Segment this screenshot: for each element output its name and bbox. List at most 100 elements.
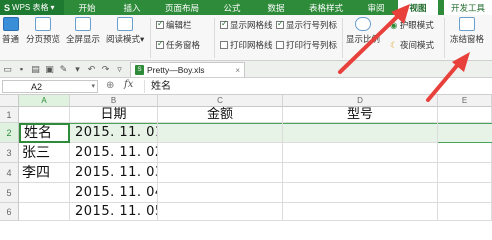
cell-a2[interactable]: 姓名 <box>21 125 70 142</box>
tab-view[interactable]: 视图 <box>398 0 438 15</box>
cell-e5[interactable] <box>438 183 492 203</box>
name-box[interactable]: A2 ▾ <box>2 80 98 93</box>
quick-access-bar: ▭ ▪ ▤ ▣ ✎ ▾ ↶ ↷ ▿ S Pretty—Boy.xls × <box>0 61 492 78</box>
cell-a1[interactable] <box>19 107 70 123</box>
cell-b3[interactable]: 2015. 11. 02 <box>70 143 158 163</box>
column-header-e[interactable]: E <box>438 95 492 107</box>
checkbox-icon <box>156 39 164 49</box>
cell-c5[interactable] <box>158 183 283 203</box>
cell-e1[interactable] <box>438 107 492 123</box>
reading-mode-button[interactable]: 阅读模式▾ <box>106 17 144 45</box>
select-all-corner[interactable] <box>0 95 19 107</box>
freeze-panes-button[interactable]: 冻结窗格 <box>450 17 484 45</box>
cell-a4[interactable]: 李四 <box>19 163 70 183</box>
tab-data[interactable]: 数据 <box>254 0 298 15</box>
edit-bar-checkbox[interactable]: 编辑栏 <box>156 19 192 31</box>
print-gridlines-checkbox[interactable]: 打印网格线 <box>220 39 273 51</box>
wps-logo-icon: S <box>4 2 11 13</box>
print-preview-icon[interactable]: ▣ <box>44 64 55 75</box>
cell-d6[interactable] <box>283 203 438 221</box>
cell-b4[interactable]: 2015. 11. 03 <box>70 163 158 183</box>
normal-view-label: 普通 <box>2 34 20 44</box>
sheet-grid: A B C D E 1 2 3 4 5 6 日期 金额 型号 姓名 2015. … <box>0 95 492 221</box>
eye-icon: ◉ <box>390 20 398 30</box>
tab-home[interactable]: 开始 <box>64 0 110 15</box>
brush-icon[interactable]: ▾ <box>72 64 83 75</box>
page-break-preview-icon <box>35 17 51 31</box>
tab-table-style[interactable]: 表格样式 <box>298 0 354 15</box>
spreadsheet-file-icon: S <box>135 65 144 75</box>
cell-c4[interactable] <box>158 163 283 183</box>
cell-b1[interactable]: 日期 <box>70 107 158 123</box>
cell-a6[interactable] <box>19 203 70 221</box>
tab-insert[interactable]: 插入 <box>110 0 154 15</box>
row-header-3[interactable]: 3 <box>0 143 19 163</box>
app-name: WPS 表格 <box>12 3 49 12</box>
file-tab[interactable]: S Pretty—Boy.xls × <box>130 62 245 77</box>
task-pane-checkbox[interactable]: 任务窗格 <box>156 39 200 51</box>
cell-d1[interactable]: 型号 <box>283 107 438 123</box>
undo-icon[interactable]: ↶ <box>86 64 97 75</box>
show-row-col-headers-checkbox[interactable]: 显示行号列标 <box>276 19 337 31</box>
reading-mode-icon <box>117 17 134 31</box>
ribbon-separator <box>214 18 215 58</box>
zoom-ratio-button[interactable]: 显示比例 <box>346 17 380 45</box>
tab-formulas[interactable]: 公式 <box>210 0 254 15</box>
cell-c1[interactable]: 金额 <box>158 107 283 123</box>
customize-icon[interactable]: ▿ <box>114 64 125 75</box>
cell-c6[interactable] <box>158 203 283 221</box>
cell-b6[interactable]: 2015. 11. 05 <box>70 203 158 221</box>
app-menu-button[interactable]: S WPS 表格 ▾ <box>0 0 64 15</box>
tab-developer[interactable]: 开发工具 <box>444 0 492 15</box>
cell-d5[interactable] <box>283 183 438 203</box>
chevron-down-icon[interactable]: ▾ <box>91 81 95 93</box>
file-name: Pretty—Boy.xls <box>147 65 205 75</box>
page-break-preview-button[interactable]: 分页预览 <box>26 17 60 45</box>
row-header-4[interactable]: 4 <box>0 163 19 183</box>
tab-page-layout[interactable]: 页面布局 <box>154 0 210 15</box>
row-header-6[interactable]: 6 <box>0 203 19 221</box>
column-header-b[interactable]: B <box>70 95 158 107</box>
row-header-2[interactable]: 2 <box>0 123 19 143</box>
cell-b5[interactable]: 2015. 11. 04 <box>70 183 158 203</box>
formula-input[interactable]: 姓名 <box>144 80 490 93</box>
redo-icon[interactable]: ↷ <box>100 64 111 75</box>
cell-e4[interactable] <box>438 163 492 183</box>
column-header-d[interactable]: D <box>283 95 438 107</box>
tab-review[interactable]: 审阅 <box>354 0 398 15</box>
normal-view-button[interactable]: 普通 <box>2 17 19 45</box>
show-gridlines-checkbox[interactable]: 显示网格线 <box>220 19 273 31</box>
checkbox-icon <box>220 41 228 49</box>
cell-e3[interactable] <box>438 143 492 163</box>
zoom-icon[interactable]: ⊕ <box>106 80 114 91</box>
cell-c2[interactable] <box>158 123 283 143</box>
format-painter-icon[interactable]: ✎ <box>58 64 69 75</box>
ribbon-separator <box>444 18 445 58</box>
cell-a5[interactable] <box>19 183 70 203</box>
folder-icon[interactable]: ▭ <box>2 64 13 75</box>
full-screen-button[interactable]: 全屏显示 <box>66 17 100 45</box>
close-icon[interactable]: × <box>235 66 240 75</box>
cell-a3[interactable]: 张三 <box>19 143 70 163</box>
function-icon[interactable]: fx <box>124 79 133 90</box>
row-header-1[interactable]: 1 <box>0 107 19 123</box>
moon-icon: ☾ <box>390 40 398 50</box>
print-icon[interactable]: ▤ <box>30 64 41 75</box>
print-row-col-headers-checkbox[interactable]: 打印行号列标 <box>276 39 337 51</box>
cell-c3[interactable] <box>158 143 283 163</box>
cell-d2[interactable] <box>283 123 438 143</box>
cell-d4[interactable] <box>283 163 438 183</box>
eye-protection-button[interactable]: ◉ 护眼模式 <box>390 19 434 31</box>
save-icon[interactable]: ▪ <box>16 64 27 75</box>
night-mode-button[interactable]: ☾ 夜间模式 <box>390 39 434 51</box>
cell-d3[interactable] <box>283 143 438 163</box>
column-header-c[interactable]: C <box>158 95 283 107</box>
row-header-5[interactable]: 5 <box>0 183 19 203</box>
freeze-panes-label: 冻结窗格 <box>450 34 485 44</box>
cell-b2[interactable]: 2015. 11. 01 <box>70 123 158 143</box>
cell-e6[interactable] <box>438 203 492 221</box>
zoom-ratio-label: 显示比例 <box>346 34 381 44</box>
full-screen-icon <box>75 17 91 31</box>
freeze-panes-icon <box>459 17 475 31</box>
column-header-a[interactable]: A <box>19 95 70 107</box>
